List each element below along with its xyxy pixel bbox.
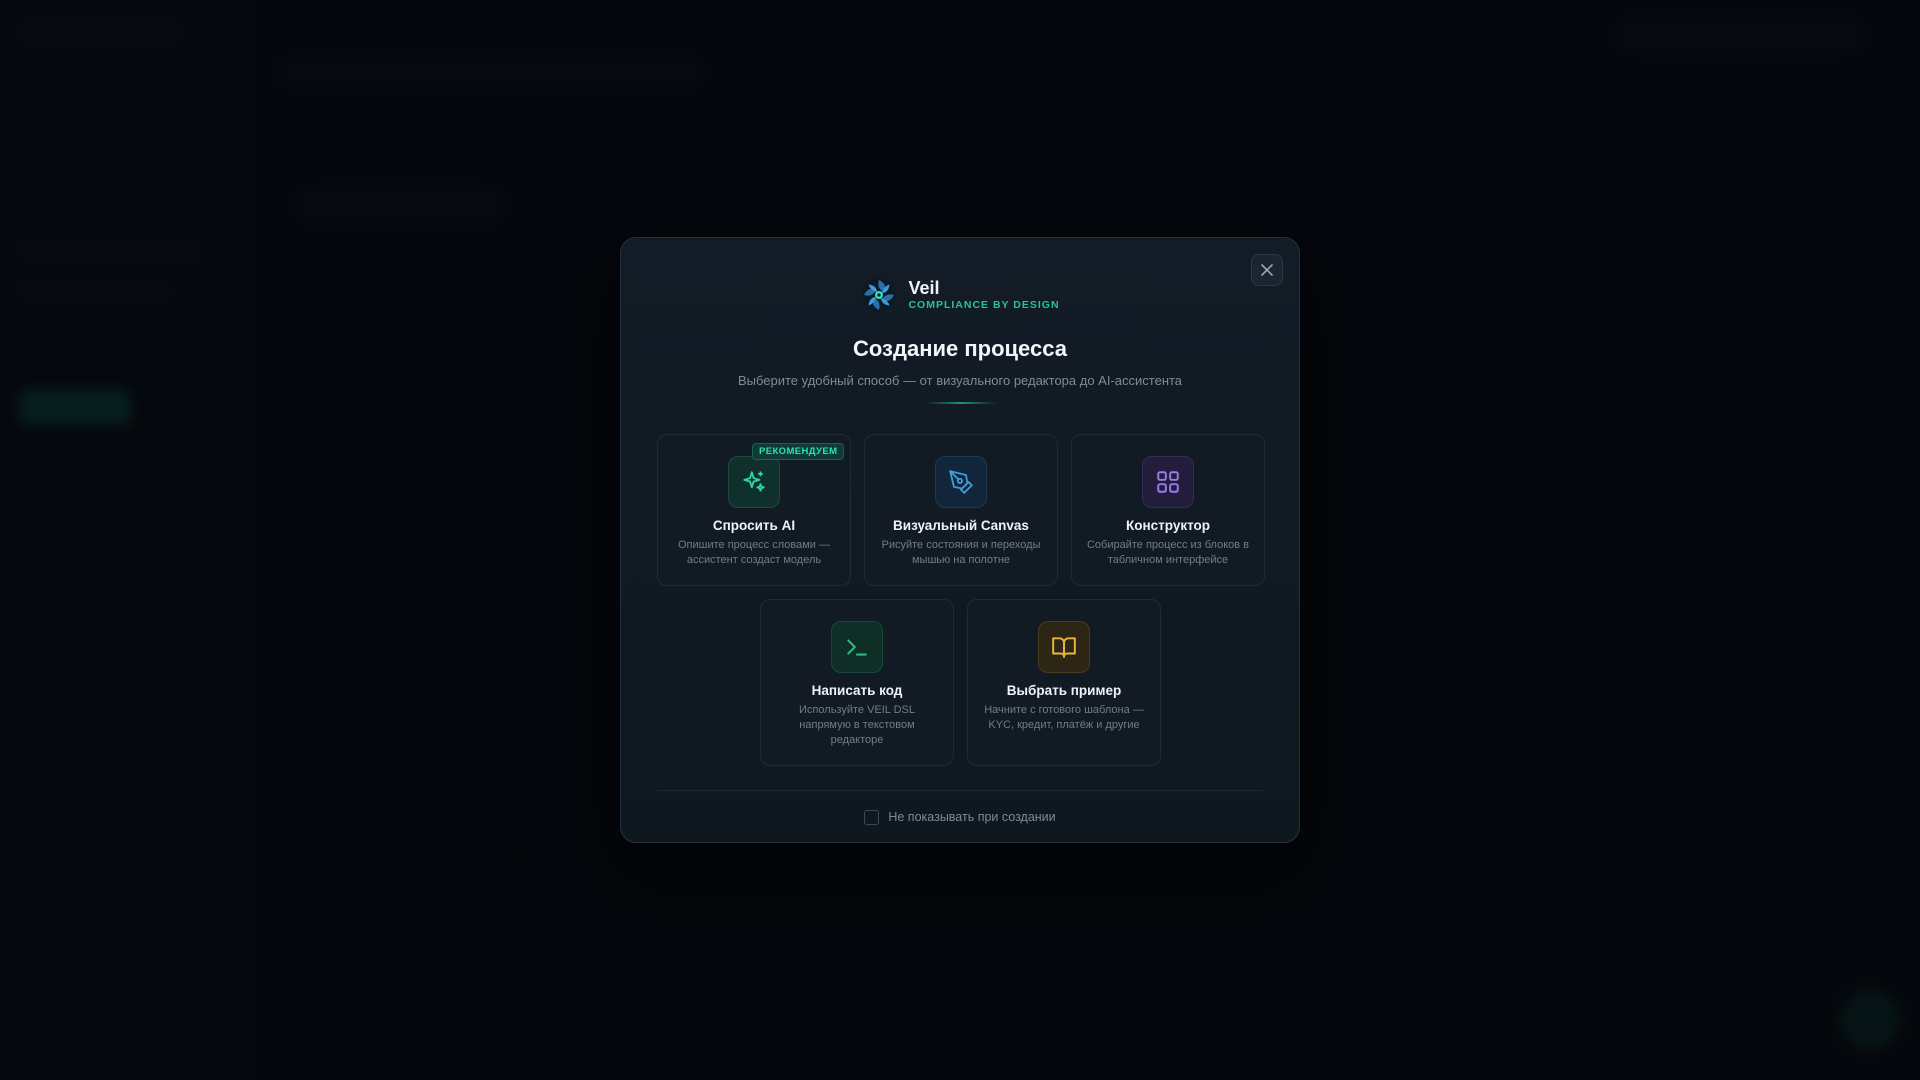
option-ask-ai[interactable]: РЕКОМЕНДУЕМ Спросить AI Опишите процесс … xyxy=(657,434,851,586)
option-description: Используйте VEIL DSL напрямую в текстово… xyxy=(799,704,915,746)
option-choose-example[interactable]: Выбрать пример Начните с готового шаблон… xyxy=(967,599,1161,766)
veil-logo-icon xyxy=(860,276,898,314)
grid-icon xyxy=(1142,456,1194,508)
option-description: Рисуйте состояния и переходы мышью на по… xyxy=(881,539,1041,566)
dont-show-label[interactable]: Не показывать при создании xyxy=(888,810,1055,824)
terminal-icon xyxy=(831,621,883,673)
option-description: Начните с готового шаблона — KYC, кредит… xyxy=(984,704,1144,731)
option-title: Визуальный Canvas xyxy=(893,518,1029,533)
close-icon xyxy=(1261,264,1273,276)
recommended-badge: РЕКОМЕНДУЕМ xyxy=(752,443,845,460)
sparkles-icon xyxy=(728,456,780,508)
dialog-subtitle: Выберите удобный способ — от визуального… xyxy=(737,373,1183,388)
option-title: Спросить AI xyxy=(712,518,796,533)
brand-header: Veil COMPLIANCE BY DESIGN xyxy=(621,276,1299,314)
book-icon xyxy=(1038,621,1090,673)
dont-show-checkbox[interactable] xyxy=(864,809,880,825)
option-constructor[interactable]: Конструктор Собирайте процесс из блоков … xyxy=(1071,434,1265,586)
option-write-code[interactable]: Написать код Используйте VEIL DSL напрям… xyxy=(760,599,954,766)
brand-name: Veil xyxy=(908,278,940,298)
option-title: Конструктор xyxy=(1125,518,1211,533)
footer-divider xyxy=(657,790,1263,791)
option-visual-canvas[interactable]: Визуальный Canvas Рисуйте состояния и пе… xyxy=(864,434,1058,586)
brand-tagline: COMPLIANCE BY DESIGN xyxy=(908,299,1060,311)
option-title: Написать код xyxy=(811,683,903,698)
dialog-title: Создание процесса xyxy=(853,336,1067,361)
option-description: Опишите процесс словами — ассистент созд… xyxy=(677,539,831,566)
option-description: Собирайте процесс из блоков в табличном … xyxy=(1086,539,1250,566)
dialog-footer: Не показывать при создании xyxy=(621,797,1299,837)
option-title: Выбрать пример xyxy=(1006,683,1122,698)
pen-tool-icon xyxy=(935,456,987,508)
create-process-dialog: Veil COMPLIANCE BY DESIGN Создание проце… xyxy=(620,237,1300,843)
title-accent-divider xyxy=(925,402,997,404)
